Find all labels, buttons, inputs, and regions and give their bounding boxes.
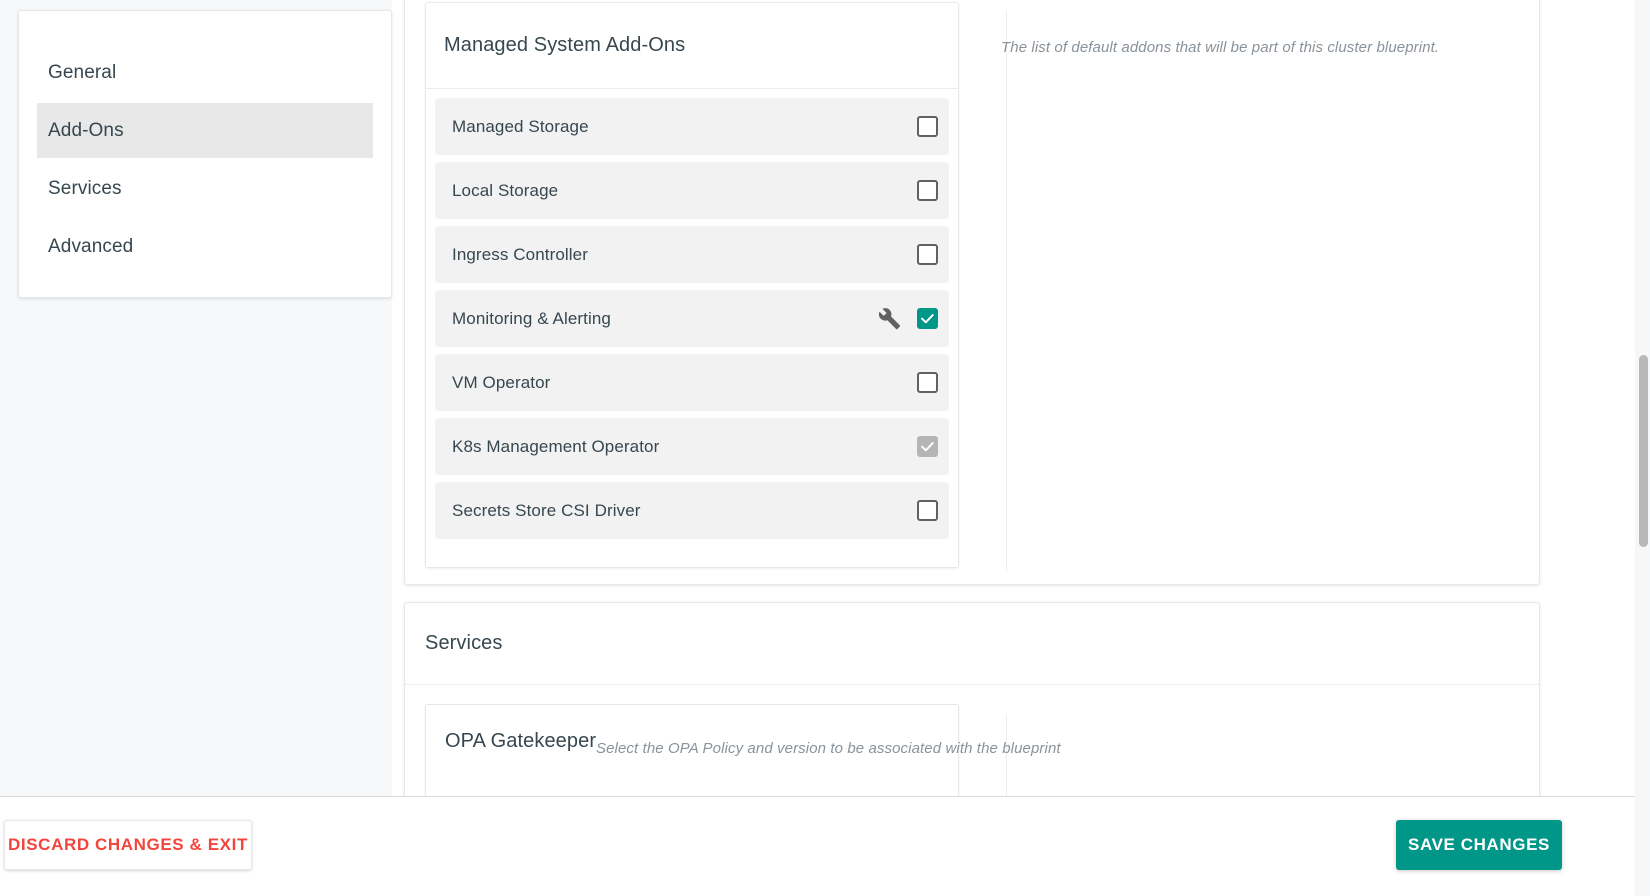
sidebar-item-label: Advanced <box>48 235 134 257</box>
add-ons-card-title: Managed System Add-Ons <box>426 3 958 89</box>
sidebar-item-general[interactable]: General <box>19 45 391 100</box>
addon-controls <box>917 436 938 457</box>
addon-label: Ingress Controller <box>452 244 588 264</box>
addon-controls <box>917 180 938 201</box>
addon-checkbox[interactable] <box>917 308 938 329</box>
addon-controls <box>917 500 938 521</box>
sidebar-item-advanced[interactable]: Advanced <box>19 219 391 274</box>
panel-vertical-divider <box>1006 11 1007 571</box>
addon-label: K8s Management Operator <box>452 436 660 456</box>
addon-label: Secrets Store CSI Driver <box>452 500 641 520</box>
addon-label: Monitoring & Alerting <box>452 308 611 328</box>
discard-changes-button[interactable]: DISCARD CHANGES & EXIT <box>4 820 252 870</box>
sidebar-item-add-ons[interactable]: Add-Ons <box>37 103 373 158</box>
page-scrollbar-track[interactable] <box>1635 0 1650 896</box>
opa-helper-text: Select the OPA Policy and version to be … <box>596 740 1061 757</box>
addon-controls <box>917 372 938 393</box>
add-ons-list: Managed Storage Local Storage Ingress Cont… <box>426 89 958 539</box>
wrench-icon[interactable] <box>878 307 901 330</box>
addon-row[interactable]: VM Operator <box>435 354 949 411</box>
sidebar-item-label: Add-Ons <box>48 119 124 141</box>
action-bar: DISCARD CHANGES & EXIT SAVE CHANGES <box>0 796 1650 896</box>
addon-checkbox[interactable] <box>917 372 938 393</box>
sidebar-item-label: Services <box>48 177 122 199</box>
addon-checkbox <box>917 436 938 457</box>
addon-label: Local Storage <box>452 180 559 200</box>
addon-row[interactable]: K8s Management Operator <box>435 418 949 475</box>
page-scrollbar-thumb[interactable] <box>1639 355 1648 547</box>
settings-sidebar: General Add-Ons Services Advanced <box>18 10 392 298</box>
addon-checkbox[interactable] <box>917 116 938 137</box>
addon-row[interactable]: Secrets Store CSI Driver <box>435 482 949 539</box>
services-panel: Services OPA Gatekeeper <box>404 602 1540 825</box>
services-section-title: Services <box>405 603 1539 685</box>
addon-row[interactable]: Managed Storage <box>435 98 949 155</box>
addon-row[interactable]: Monitoring & Alerting <box>435 290 949 347</box>
sidebar-item-label: General <box>48 61 117 83</box>
addon-row[interactable]: Local Storage <box>435 162 949 219</box>
sidebar-item-services[interactable]: Services <box>19 161 391 216</box>
addon-checkbox[interactable] <box>917 180 938 201</box>
addon-controls <box>917 116 938 137</box>
addon-row[interactable]: Ingress Controller <box>435 226 949 283</box>
addon-label: VM Operator <box>452 372 551 392</box>
addon-controls <box>878 307 938 330</box>
add-ons-helper-text: The list of default addons that will be … <box>1001 39 1440 56</box>
add-ons-panel: Managed System Add-Ons Managed Storage Lo… <box>404 0 1540 585</box>
managed-system-addons-card: Managed System Add-Ons Managed Storage Lo… <box>425 2 959 568</box>
addon-checkbox[interactable] <box>917 500 938 521</box>
addon-checkbox[interactable] <box>917 244 938 265</box>
app-root: General Add-Ons Services Advanced Manage… <box>0 0 1650 896</box>
addon-label: Managed Storage <box>452 116 589 136</box>
addon-controls <box>917 244 938 265</box>
save-changes-button[interactable]: SAVE CHANGES <box>1396 820 1562 870</box>
